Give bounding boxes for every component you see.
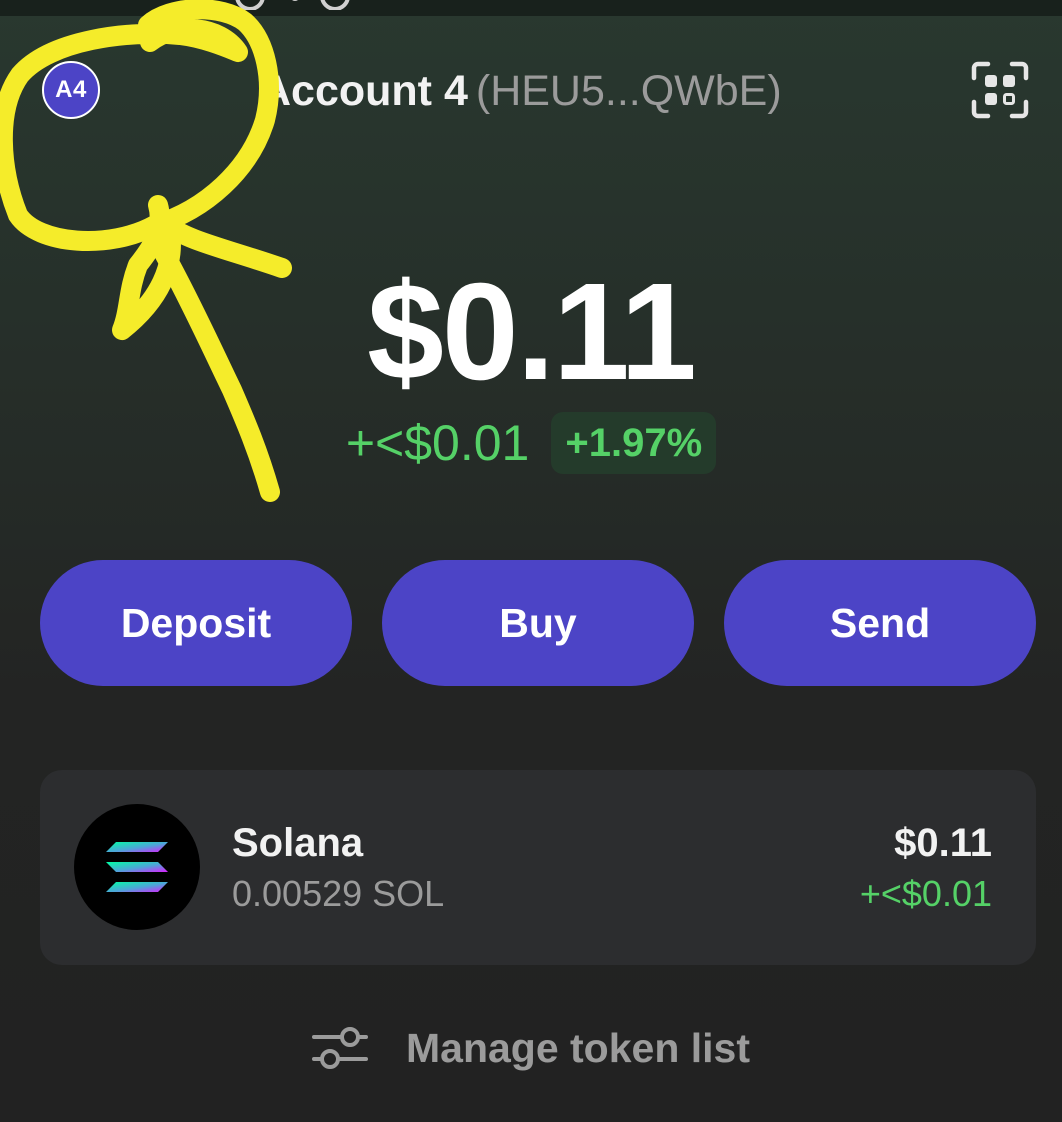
manage-token-list-label: Manage token list: [405, 1025, 750, 1071]
solana-logo-icon: [74, 804, 200, 930]
status-icons-left: [235, 0, 350, 10]
buy-button[interactable]: Buy: [382, 560, 694, 686]
status-icons-right: [760, 0, 1010, 10]
balance-change-percent-badge: +1.97%: [551, 412, 717, 474]
manage-token-list-button[interactable]: Manage token list: [0, 1020, 1062, 1076]
token-name: Solana: [232, 821, 364, 865]
avatar-initials: A4: [55, 76, 87, 103]
account-name: Account 4: [260, 67, 468, 115]
send-button[interactable]: Send: [724, 560, 1036, 686]
deposit-button[interactable]: Deposit: [40, 560, 352, 686]
token-amount: 0.00529 SOL: [232, 873, 445, 914]
account-avatar[interactable]: A4: [42, 61, 100, 119]
balance-change-amount: +<$0.01: [345, 415, 530, 471]
token-change: +<$0.01: [859, 873, 992, 914]
account-selector[interactable]: Account 4 (HEU5...QWbE): [260, 66, 840, 116]
qr-scan-button[interactable]: [970, 60, 1030, 120]
sliders-icon: [311, 1027, 368, 1069]
total-balance: $0.11: [367, 255, 697, 409]
status-bar: [0, 0, 1062, 16]
account-address: (HEU5...QWbE): [475, 67, 782, 115]
token-value: $0.11: [894, 821, 992, 865]
token-row-solana[interactable]: Solana 0.00529 SOL $0.11 +<$0.01: [40, 770, 1036, 965]
balance-change: +<$0.01 +1.97%: [0, 412, 1062, 474]
qr-scan-icon: [971, 61, 1029, 119]
